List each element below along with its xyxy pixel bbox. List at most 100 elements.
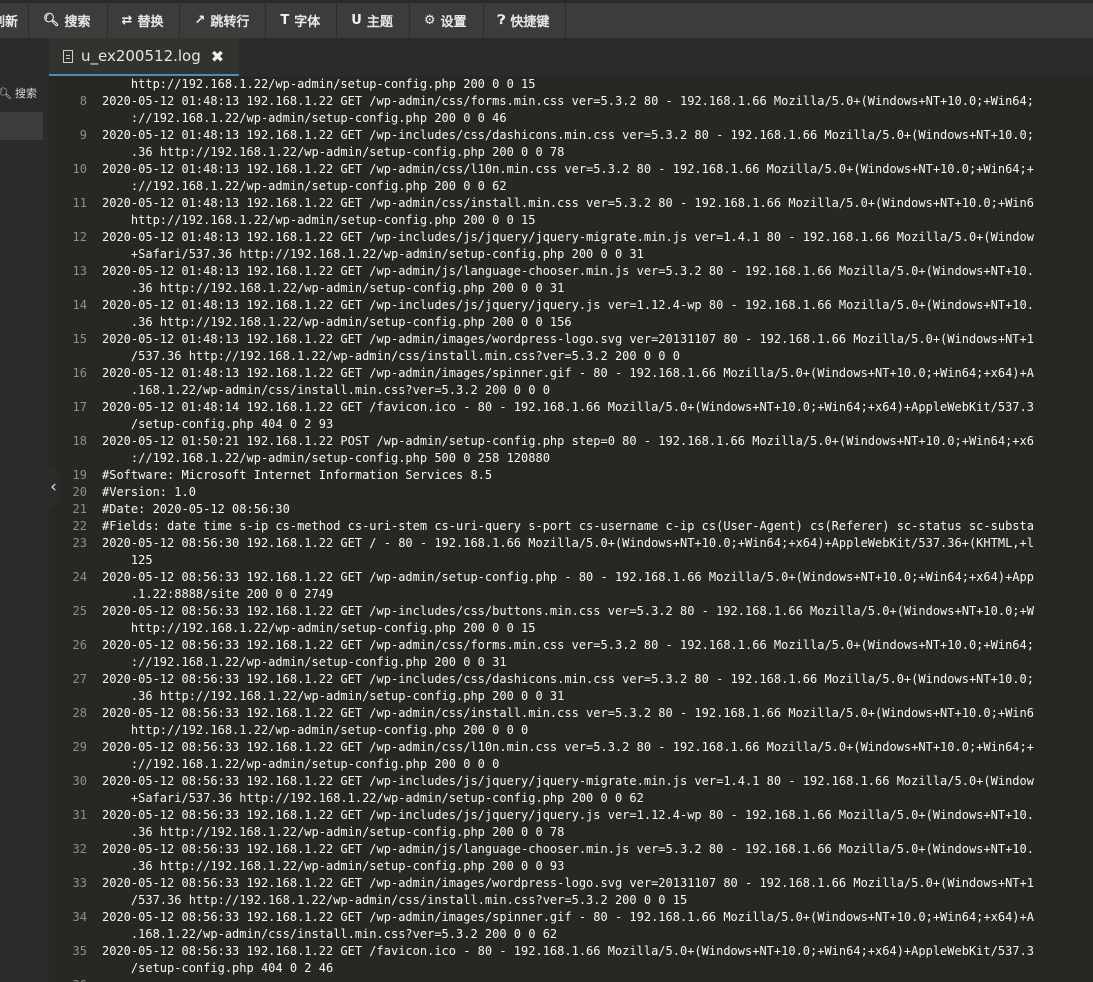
line-number: 33	[72, 876, 87, 890]
tab-log-file[interactable]: u_ex200512.log ✖	[49, 38, 239, 76]
code-line: .36 http://192.168.1.22/wp-admin/setup-c…	[102, 825, 565, 839]
line-number: 35	[72, 944, 87, 958]
code-line: http://192.168.1.22/wp-admin/setup-confi…	[102, 621, 536, 635]
code-editor[interactable]: http://192.168.1.22/wp-admin/setup-confi…	[49, 76, 1093, 982]
code-line: 2020-05-12 08:56:33 192.168.1.22 GET /wp…	[102, 570, 1034, 584]
code-line: 2020-05-12 01:48:13 192.168.1.22 GET /wp…	[102, 332, 1034, 346]
code-line: #Fields: date time s-ip cs-method cs-uri…	[102, 519, 1034, 533]
code-line: 2020-05-12 01:48:13 192.168.1.22 GET /wp…	[102, 298, 1034, 312]
line-number: 12	[72, 230, 87, 244]
code-line: +Safari/537.36 http://192.168.1.22/wp-ad…	[102, 791, 644, 805]
gear-icon: ⚙	[423, 13, 436, 28]
line-number: 24	[72, 570, 87, 584]
code-line: 2020-05-12 01:50:21 192.168.1.22 POST /w…	[102, 434, 1034, 448]
jump-icon: ↗	[194, 13, 206, 28]
sidebar-search-input[interactable]	[0, 112, 43, 140]
code-line: 2020-05-12 08:56:30 192.168.1.22 GET / -…	[102, 536, 1034, 550]
settings-label: 设置	[440, 15, 467, 30]
code-line: 2020-05-12 08:56:33 192.168.1.22 GET /wp…	[102, 808, 1034, 822]
code-line: /537.36 http://192.168.1.22/wp-admin/css…	[102, 893, 688, 907]
line-number: 29	[72, 740, 87, 754]
code-line: .168.1.22/wp-admin/css/install.min.css?v…	[102, 927, 558, 941]
code-line: http://192.168.1.22/wp-admin/setup-confi…	[102, 213, 536, 227]
code-line: 2020-05-12 08:56:33 192.168.1.22 GET /wp…	[102, 672, 1034, 686]
line-number: 18	[72, 434, 87, 448]
search-icon: 🔍︎	[0, 86, 12, 100]
code-line: http://192.168.1.22/wp-admin/setup-confi…	[102, 723, 529, 737]
line-number: 36	[49, 977, 87, 982]
replace-button[interactable]: ⇄ 替换	[108, 3, 181, 38]
line-number: 22	[72, 519, 87, 533]
code-line: 2020-05-12 08:56:33 192.168.1.22 GET /fa…	[102, 944, 1034, 958]
refresh-label: 刷新	[0, 15, 19, 30]
code-line: 2020-05-12 01:48:13 192.168.1.22 GET /wp…	[102, 366, 1034, 380]
code-line: .168.1.22/wp-admin/css/install.min.css?v…	[102, 383, 550, 397]
help-icon: ❓︎	[497, 13, 506, 28]
code-line: /setup-config.php 404 0 2 46	[102, 961, 334, 975]
sidebar-search-label: 搜索	[14, 87, 37, 100]
code-line: 2020-05-12 08:56:33 192.168.1.22 GET /wp…	[102, 842, 1034, 856]
line-number: 11	[72, 196, 87, 210]
code-line: 2020-05-12 01:48:13 192.168.1.22 GET /wp…	[102, 264, 1034, 278]
code-line: .36 http://192.168.1.22/wp-admin/setup-c…	[102, 281, 565, 295]
code-line: 2020-05-12 08:56:33 192.168.1.22 GET /wp…	[102, 638, 1034, 652]
code-line: ://192.168.1.22/wp-admin/setup-config.ph…	[102, 179, 507, 193]
search-icon: 🔍︎	[43, 13, 60, 28]
line-number: 10	[72, 162, 87, 176]
line-number: 8	[79, 94, 87, 108]
line-number: 25	[72, 604, 87, 618]
settings-button[interactable]: ⚙ 设置	[410, 3, 484, 38]
line-number: 26	[72, 638, 87, 652]
refresh-button[interactable]: 刷新	[0, 3, 30, 38]
code-line: .36 http://192.168.1.22/wp-admin/setup-c…	[102, 145, 565, 159]
font-icon: T	[280, 13, 290, 28]
code-line: #Date: 2020-05-12 08:56:30	[102, 502, 290, 516]
jump-line-label: 跳转行	[210, 15, 250, 30]
code-line: 2020-05-12 08:56:33 192.168.1.22 GET /wp…	[102, 740, 1034, 754]
replace-label: 替换	[137, 15, 164, 30]
line-number: 34	[72, 910, 87, 924]
theme-icon: U	[351, 13, 362, 28]
theme-button[interactable]: U 主题	[337, 3, 410, 38]
font-label: 字体	[294, 15, 321, 30]
line-number: 32	[72, 842, 87, 856]
search-button[interactable]: 🔍︎ 搜索	[29, 3, 108, 38]
code-line: ://192.168.1.22/wp-admin/setup-config.ph…	[102, 111, 507, 125]
code-line: 2020-05-12 08:56:33 192.168.1.22 GET /wp…	[102, 604, 1034, 618]
close-icon[interactable]: ✖	[211, 47, 224, 66]
line-number: 30	[72, 774, 87, 788]
sidebar-search-button[interactable]: 🔍︎ 搜索	[0, 82, 44, 104]
code-line: /537.36 http://192.168.1.22/wp-admin/css…	[102, 349, 680, 363]
code-line: #Software: Microsoft Internet Informatio…	[102, 468, 493, 482]
line-number: 9	[79, 128, 87, 142]
line-number: 13	[72, 264, 87, 278]
shortcuts-button[interactable]: ❓︎ 快捷键	[484, 3, 567, 38]
sidebar: 🔍︎ 搜索	[0, 38, 49, 982]
code-line: #Version: 1.0	[102, 485, 196, 499]
code-line: .36 http://192.168.1.22/wp-admin/setup-c…	[102, 315, 572, 329]
replace-icon: ⇄	[121, 13, 133, 28]
code-line: 2020-05-12 08:56:33 192.168.1.22 GET /wp…	[102, 706, 1034, 720]
line-number: 23	[72, 536, 87, 550]
line-number: 31	[72, 808, 87, 822]
theme-label: 主题	[366, 15, 393, 30]
jump-line-button[interactable]: ↗ 跳转行	[180, 3, 267, 38]
line-number: 27	[72, 672, 87, 686]
shortcuts-label: 快捷键	[510, 15, 550, 30]
code-line: ://192.168.1.22/wp-admin/setup-config.ph…	[102, 451, 550, 465]
tab-bar: u_ex200512.log ✖	[49, 38, 1093, 76]
font-button[interactable]: T 字体	[266, 3, 338, 38]
code-line: 2020-05-12 08:56:33 192.168.1.22 GET /wp…	[102, 910, 1034, 924]
code-line: http://192.168.1.22/wp-admin/setup-confi…	[102, 77, 536, 91]
code-line: .1.22:8888/site 200 0 0 2749	[102, 587, 334, 601]
search-label: 搜索	[64, 15, 91, 30]
code-line: .36 http://192.168.1.22/wp-admin/setup-c…	[102, 859, 565, 873]
toolbar: 刷新 🔍︎ 搜索 ⇄ 替换 ↗ 跳转行 T 字体 U 主题 ⚙ 设置 ❓︎ 快捷键	[0, 0, 1093, 38]
code-line: 2020-05-12 01:48:13 192.168.1.22 GET /wp…	[102, 94, 1034, 108]
code-line: ://192.168.1.22/wp-admin/setup-config.ph…	[102, 757, 500, 771]
tab-filename: u_ex200512.log	[81, 47, 201, 65]
code-line: 2020-05-12 01:48:13 192.168.1.22 GET /wp…	[102, 196, 1034, 210]
code-line: +Safari/537.36 http://192.168.1.22/wp-ad…	[102, 247, 644, 261]
code-line: 2020-05-12 01:48:13 192.168.1.22 GET /wp…	[102, 128, 1034, 142]
code-line: 2020-05-12 01:48:14 192.168.1.22 GET /fa…	[102, 400, 1034, 414]
